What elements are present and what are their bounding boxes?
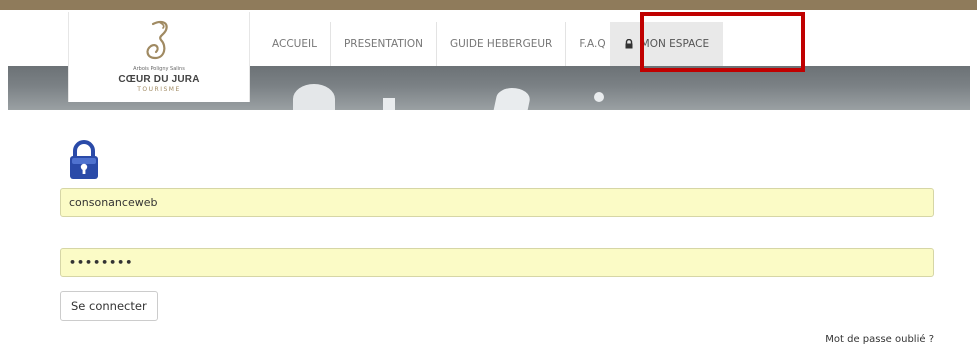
- site-logo[interactable]: Arbois Poligny Salins CŒUR DU JURA TOURI…: [68, 12, 250, 102]
- highlight-annotation-box: [640, 12, 805, 72]
- nav-guide-hebergeur[interactable]: GUIDE HEBERGEUR: [437, 22, 567, 66]
- banner-shape: [493, 88, 533, 110]
- login-button[interactable]: Se connecter: [60, 291, 158, 321]
- nav-accueil[interactable]: ACCUEIL: [259, 22, 331, 66]
- paraglider-shape: [293, 84, 335, 110]
- password-field[interactable]: [60, 248, 934, 277]
- banner-shape: [383, 98, 395, 110]
- username-field[interactable]: [60, 188, 934, 217]
- logo-title: CŒUR DU JURA: [118, 74, 200, 85]
- nav-faq[interactable]: F.A.Q: [566, 22, 609, 66]
- logo-small-text: Arbois Poligny Salins: [133, 66, 185, 72]
- logo-subtitle: TOURISME: [137, 86, 181, 93]
- nav-presentation[interactable]: PRESENTATION: [331, 22, 437, 66]
- padlock-icon: [70, 140, 98, 179]
- top-accent-bar: [0, 0, 977, 10]
- banner-shape: [594, 92, 604, 102]
- swirl-logo-icon: [146, 20, 168, 60]
- lock-icon: [625, 39, 633, 49]
- forgot-password-link[interactable]: Mot de passe oublié ?: [825, 334, 934, 345]
